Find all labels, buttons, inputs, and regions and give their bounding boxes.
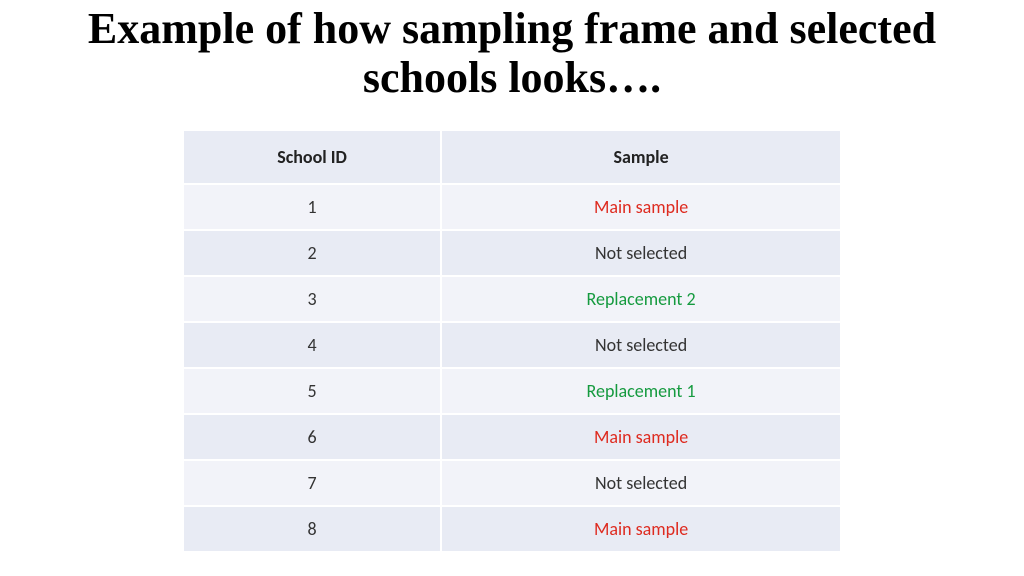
cell-sample-status: Replacement 1 [441, 368, 841, 414]
cell-school-id: 8 [183, 506, 441, 552]
cell-school-id: 5 [183, 368, 441, 414]
cell-school-id: 4 [183, 322, 441, 368]
table-row: 1Main sample [183, 184, 841, 230]
cell-sample-status: Replacement 2 [441, 276, 841, 322]
cell-sample-status: Main sample [441, 414, 841, 460]
cell-school-id: 1 [183, 184, 441, 230]
cell-sample-status: Main sample [441, 506, 841, 552]
table-row: 4Not selected [183, 322, 841, 368]
cell-school-id: 3 [183, 276, 441, 322]
slide: Example of how sampling frame and select… [0, 0, 1024, 576]
table-row: 7Not selected [183, 460, 841, 506]
cell-sample-status: Not selected [441, 460, 841, 506]
slide-title: Example of how sampling frame and select… [0, 0, 1024, 103]
cell-school-id: 6 [183, 414, 441, 460]
sampling-table: School ID Sample 1Main sample2Not select… [182, 129, 842, 553]
cell-sample-status: Not selected [441, 322, 841, 368]
table-row: 5Replacement 1 [183, 368, 841, 414]
cell-school-id: 7 [183, 460, 441, 506]
table-row: 6Main sample [183, 414, 841, 460]
table-row: 8Main sample [183, 506, 841, 552]
sampling-table-wrap: School ID Sample 1Main sample2Not select… [182, 129, 842, 553]
table-row: 2Not selected [183, 230, 841, 276]
table-row: 3Replacement 2 [183, 276, 841, 322]
table-header-row: School ID Sample [183, 130, 841, 184]
col-header-school-id: School ID [183, 130, 441, 184]
col-header-sample: Sample [441, 130, 841, 184]
cell-sample-status: Main sample [441, 184, 841, 230]
cell-school-id: 2 [183, 230, 441, 276]
cell-sample-status: Not selected [441, 230, 841, 276]
